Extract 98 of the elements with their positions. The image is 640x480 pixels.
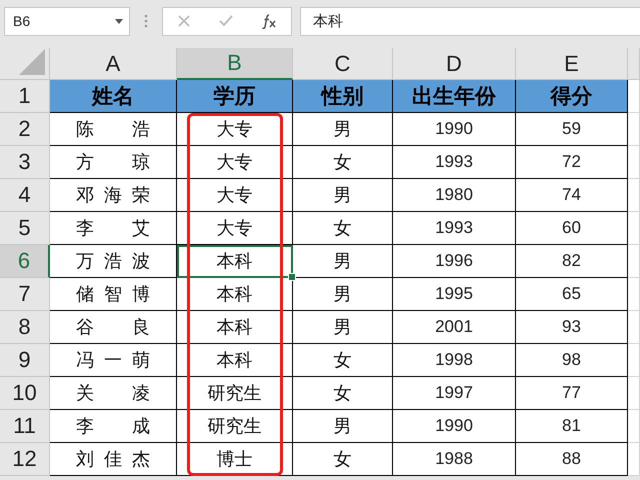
table-cell[interactable]: 1998 (393, 344, 516, 377)
table-cell[interactable]: 72 (516, 146, 628, 179)
table-cell[interactable]: 谷良 (50, 311, 177, 344)
table-cell[interactable]: 60 (516, 212, 628, 245)
table-cell[interactable]: 1993 (393, 212, 516, 245)
header-cell[interactable]: 姓名 (50, 80, 177, 113)
table-cell[interactable]: 男 (293, 311, 393, 344)
header-cell[interactable]: 出生年份 (393, 80, 516, 113)
empty-cell[interactable] (628, 245, 640, 278)
table-cell[interactable]: 男 (293, 179, 393, 212)
row-header[interactable]: 10 (0, 377, 50, 410)
table-cell[interactable]: 93 (516, 311, 628, 344)
row-header[interactable]: 1 (0, 80, 50, 113)
table-cell[interactable]: 陈浩 (50, 113, 177, 146)
table-cell[interactable]: 59 (516, 113, 628, 146)
table-cell[interactable]: 1990 (393, 113, 516, 146)
caret-icon[interactable] (115, 18, 123, 24)
select-all-icon[interactable] (19, 49, 45, 75)
table-cell[interactable]: 博士 (177, 443, 293, 476)
fill-handle[interactable] (288, 273, 296, 281)
table-cell[interactable]: 65 (516, 278, 628, 311)
table-cell[interactable]: 男 (293, 245, 393, 278)
header-cell[interactable]: 性别 (293, 80, 393, 113)
row-header[interactable]: 8 (0, 311, 50, 344)
empty-cell[interactable] (628, 179, 640, 212)
column-header[interactable]: B (177, 48, 293, 80)
table-cell[interactable]: 81 (516, 410, 628, 443)
row-header[interactable]: 6 (0, 245, 50, 278)
formula-field[interactable]: 本科 (300, 6, 640, 36)
row-header[interactable]: 7 (0, 278, 50, 311)
table-cell[interactable]: 李成 (50, 410, 177, 443)
table-cell[interactable]: 74 (516, 179, 628, 212)
row-header[interactable]: 9 (0, 344, 50, 377)
table-cell[interactable]: 1993 (393, 146, 516, 179)
table-cell[interactable]: 1990 (393, 410, 516, 443)
table-cell[interactable]: 1997 (393, 377, 516, 410)
cancel-icon[interactable] (176, 13, 192, 29)
empty-cell[interactable] (628, 344, 640, 377)
check-icon[interactable] (218, 13, 234, 29)
table-cell[interactable]: 女 (293, 344, 393, 377)
table-cell[interactable]: 88 (516, 443, 628, 476)
table-cell[interactable]: 82 (516, 245, 628, 278)
column-header[interactable]: D (393, 48, 516, 80)
table-cell[interactable]: 大专 (177, 212, 293, 245)
table-cell[interactable]: 2001 (393, 311, 516, 344)
column-header[interactable] (628, 48, 640, 80)
row-header[interactable]: 4 (0, 179, 50, 212)
table-cell[interactable]: 冯一萌 (50, 344, 177, 377)
table-cell[interactable]: 本科 (177, 344, 293, 377)
empty-cell[interactable] (628, 377, 640, 410)
table-cell[interactable]: 98 (516, 344, 628, 377)
table-cell[interactable]: 1980 (393, 179, 516, 212)
table-cell[interactable]: 本科 (177, 311, 293, 344)
table-cell[interactable]: 1995 (393, 278, 516, 311)
grip-icon (144, 14, 148, 28)
table-cell[interactable]: 刘佳杰 (50, 443, 177, 476)
table-cell[interactable]: 储智博 (50, 278, 177, 311)
empty-cell[interactable] (628, 410, 640, 443)
table-cell[interactable]: 方琼 (50, 146, 177, 179)
column-header[interactable]: E (516, 48, 628, 80)
table-cell[interactable]: 77 (516, 377, 628, 410)
header-cell[interactable]: 得分 (516, 80, 628, 113)
row-header[interactable]: 5 (0, 212, 50, 245)
empty-cell[interactable] (628, 113, 640, 146)
table-cell[interactable]: 关凌 (50, 377, 177, 410)
row-header[interactable]: 2 (0, 113, 50, 146)
column-header[interactable]: A (50, 48, 177, 80)
table-cell[interactable]: 男 (293, 410, 393, 443)
empty-cell[interactable] (628, 278, 640, 311)
empty-cell[interactable] (628, 443, 640, 476)
row-header[interactable]: 11 (0, 410, 50, 443)
row-header[interactable]: 12 (0, 443, 50, 476)
table-cell[interactable]: 女 (293, 443, 393, 476)
name-box[interactable]: B6 (4, 6, 130, 36)
table-cell[interactable]: 本科 (177, 278, 293, 311)
table-cell[interactable]: 女 (293, 377, 393, 410)
table-cell[interactable]: 男 (293, 278, 393, 311)
table-cell[interactable]: 女 (293, 146, 393, 179)
table-cell[interactable]: 大专 (177, 179, 293, 212)
table-cell[interactable]: 1988 (393, 443, 516, 476)
table-cell[interactable]: 研究生 (177, 410, 293, 443)
column-header[interactable]: C (293, 48, 393, 80)
function-icon[interactable] (260, 13, 278, 29)
empty-cell[interactable] (628, 212, 640, 245)
table-cell[interactable]: 1996 (393, 245, 516, 278)
table-cell[interactable]: 男 (293, 113, 393, 146)
table-cell[interactable]: 大专 (177, 146, 293, 179)
header-cell[interactable]: 学历 (177, 80, 293, 113)
table-cell[interactable]: 本科 (177, 245, 293, 278)
empty-cell[interactable] (628, 311, 640, 344)
table-cell[interactable]: 邓海荣 (50, 179, 177, 212)
table-cell[interactable]: 女 (293, 212, 393, 245)
table-cell[interactable]: 研究生 (177, 377, 293, 410)
row-header[interactable]: 3 (0, 146, 50, 179)
table-cell[interactable]: 大专 (177, 113, 293, 146)
empty-cell[interactable] (628, 146, 640, 179)
table-cell[interactable]: 李艾 (50, 212, 177, 245)
table-cell[interactable]: 万浩波 (50, 245, 177, 278)
